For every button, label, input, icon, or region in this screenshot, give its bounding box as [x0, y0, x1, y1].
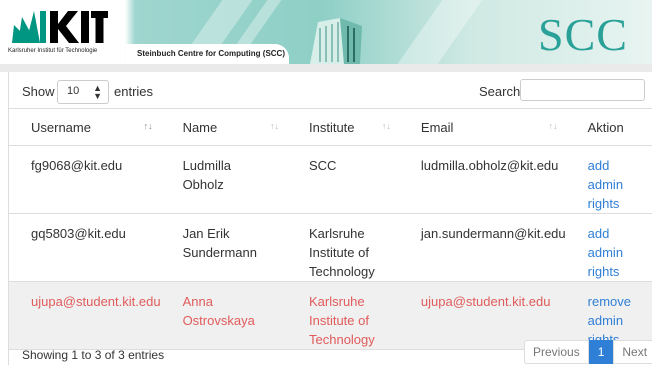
- cell-username: ujupa@student.kit.edu: [9, 281, 161, 350]
- column-label: Username: [31, 119, 91, 135]
- cell-name: Ludmilla Obholz: [160, 145, 287, 214]
- show-label: Show: [22, 84, 55, 99]
- column-header-institute[interactable]: Institute ↑↓: [287, 108, 399, 146]
- table-row: gq5803@kit.edu Jan Erik Sundermann Karls…: [9, 213, 652, 282]
- kit-subtitle: Karlsruher Institut für Technologie: [8, 48, 98, 54]
- table-header-row: Username ↑↓ Name ↑↓ Institute ↑↓ Email ↑…: [9, 108, 652, 146]
- previous-page-button[interactable]: Previous: [524, 340, 589, 364]
- cell-institute: Karlsruhe Institute of Technology: [287, 281, 399, 350]
- cell-action: add admin rights: [565, 145, 652, 214]
- table-info: Showing 1 to 3 of 3 entries: [22, 348, 165, 362]
- search-input[interactable]: [520, 79, 645, 101]
- users-panel: Show 10 ▲ ▼ entries Search: Username ↑↓ N…: [8, 72, 652, 365]
- sort-icon: ↑↓: [270, 121, 279, 131]
- scc-logo: SCC: [538, 9, 628, 60]
- page-1-button[interactable]: 1: [588, 340, 614, 364]
- cell-email: ludmilla.obholz@kit.edu: [398, 145, 566, 214]
- decor-stripe: [397, 0, 483, 64]
- header-divider: [0, 64, 652, 72]
- column-label: Name: [182, 119, 218, 135]
- select-arrows-icon: ▲ ▼: [93, 83, 102, 101]
- centre-name-tab: Steinbuch Centre for Computing (SCC): [126, 44, 289, 64]
- next-page-button[interactable]: Next: [613, 340, 652, 364]
- users-table: Username ↑↓ Name ↑↓ Institute ↑↓ Email ↑…: [9, 108, 652, 350]
- column-header-name[interactable]: Name ↑↓: [160, 108, 287, 146]
- column-label: Email: [420, 119, 454, 135]
- pagination: Previous 1 Next: [524, 340, 652, 364]
- column-header-email[interactable]: Email ↑↓: [398, 108, 566, 146]
- kit-logo[interactable]: Karlsruher Institut für Technologie: [0, 0, 125, 64]
- building-image: [310, 18, 362, 64]
- entries-select[interactable]: 10 ▲ ▼: [57, 80, 109, 104]
- column-header-username[interactable]: Username ↑↓: [9, 108, 161, 146]
- column-label: Institute: [309, 119, 355, 135]
- cell-name: Jan Erik Sundermann: [160, 213, 287, 282]
- sort-icon: ↑↓: [143, 121, 153, 131]
- cell-email: jan.sundermann@kit.edu: [398, 213, 566, 282]
- sort-icon: ↑↓: [381, 121, 391, 131]
- header-banner: SCC Karlsruher Institut für Technologie …: [0, 0, 652, 72]
- search-label: Search:: [479, 84, 524, 99]
- cell-name: Anna Ostrovskaya: [160, 281, 287, 350]
- cell-institute: SCC: [287, 145, 399, 214]
- cell-action: add admin rights: [565, 213, 652, 282]
- column-label: Aktion: [587, 119, 624, 135]
- entries-label: entries: [114, 84, 154, 99]
- cell-institute: Karlsruhe Institute of Technology: [287, 213, 399, 282]
- add-admin-rights-link[interactable]: add admin rights: [588, 226, 623, 279]
- cell-username: gq5803@kit.edu: [9, 213, 161, 282]
- kit-logo-mark: [12, 11, 108, 43]
- table-row: fg9068@kit.edu Ludmilla Obholz SCC ludmi…: [9, 145, 652, 214]
- centre-name: Steinbuch Centre for Computing (SCC): [137, 49, 285, 58]
- sort-icon: ↑↓: [548, 121, 558, 131]
- cell-username: fg9068@kit.edu: [9, 145, 161, 214]
- add-admin-rights-link[interactable]: add admin rights: [588, 158, 623, 211]
- column-header-aktion: Aktion: [565, 108, 652, 146]
- entries-select-value: 10: [67, 85, 80, 97]
